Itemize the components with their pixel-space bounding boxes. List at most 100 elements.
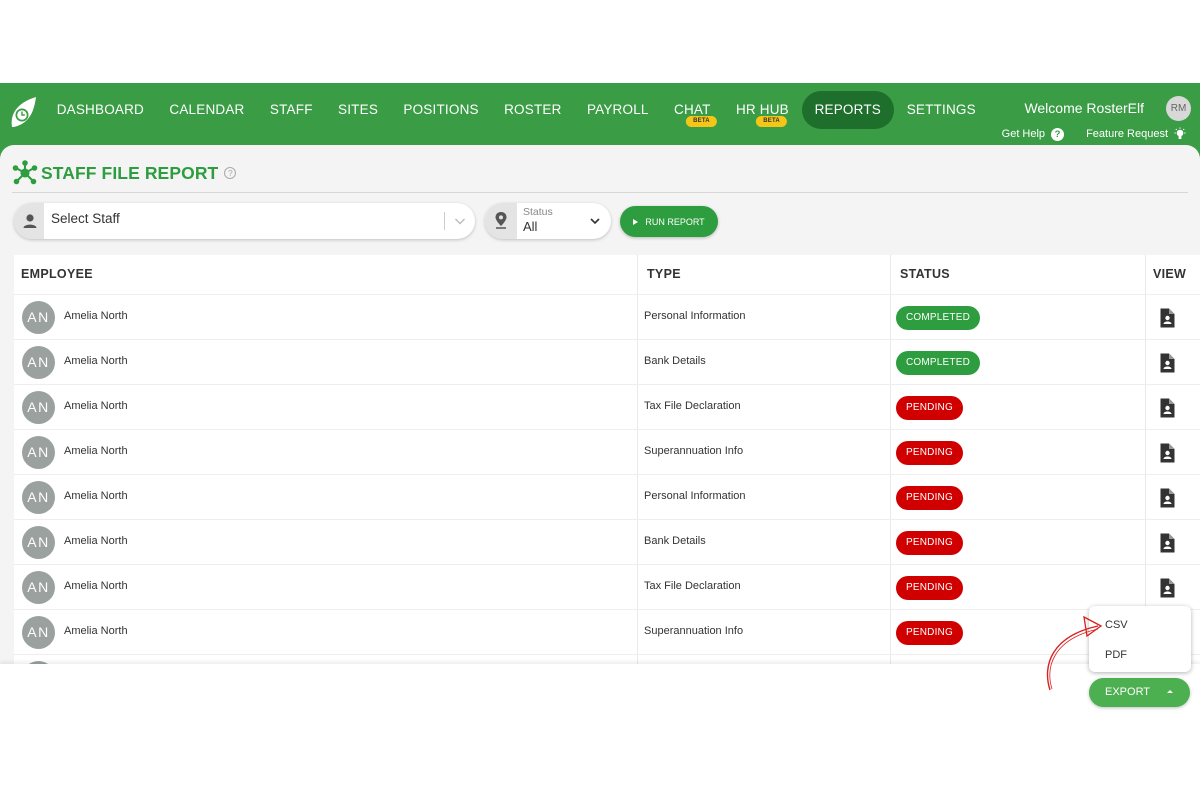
file-type: Personal Information bbox=[644, 490, 746, 502]
main-nav: DASHBOARD CALENDAR STAFF SITES POSITIONS… bbox=[44, 91, 988, 129]
header-status[interactable]: STATUS bbox=[900, 255, 950, 293]
nav-label: SETTINGS bbox=[906, 102, 976, 117]
nav-label: ROSTER bbox=[504, 102, 562, 117]
employee-avatar: AN bbox=[22, 391, 55, 424]
status-badge: COMPLETED bbox=[896, 351, 981, 375]
view-document-icon[interactable] bbox=[1159, 353, 1175, 373]
welcome-text: Welcome RosterElf bbox=[1024, 100, 1144, 116]
nav-dashboard[interactable]: DASHBOARD bbox=[44, 91, 157, 129]
nav-label: PAYROLL bbox=[586, 102, 649, 117]
staff-icon-box bbox=[14, 203, 44, 239]
staff-select[interactable]: Select Staff bbox=[14, 203, 475, 239]
bottom-action-bar bbox=[0, 664, 1200, 718]
beta-badge: BETA bbox=[756, 116, 787, 127]
nav-staff[interactable]: STAFF bbox=[257, 91, 325, 129]
user-avatar[interactable]: RM bbox=[1166, 96, 1191, 121]
table-row: AN Amelia North Superannuation Info PEND… bbox=[14, 429, 1200, 474]
nav-label: HR HUB bbox=[735, 102, 789, 117]
app-window: DASHBOARD CALENDAR STAFF SITES POSITIONS… bbox=[0, 83, 1200, 718]
employee-avatar: AN bbox=[22, 301, 55, 334]
run-report-label: RUN REPORT bbox=[645, 216, 705, 227]
nav-roster[interactable]: ROSTER bbox=[491, 91, 574, 129]
rosterelf-logo-icon[interactable] bbox=[8, 93, 38, 129]
nav-positions[interactable]: POSITIONS bbox=[391, 91, 492, 129]
status-badge: COMPLETED bbox=[896, 306, 981, 330]
table-header: EMPLOYEE TYPE STATUS VIEW bbox=[14, 255, 1200, 293]
page-title-text: STAFF FILE REPORT bbox=[41, 162, 219, 183]
employee-name: Amelia North bbox=[64, 625, 128, 637]
help-bar: Get Help ? Feature Request bbox=[980, 127, 1188, 141]
nav-label: DASHBOARD bbox=[56, 102, 145, 117]
get-help-label: Get Help bbox=[1001, 128, 1046, 140]
nav-hr-hub[interactable]: HR HUB BETA bbox=[723, 91, 801, 129]
beta-badge: BETA bbox=[686, 116, 717, 127]
chevron-down-icon bbox=[590, 218, 600, 225]
nav-chat[interactable]: CHAT BETA bbox=[661, 91, 723, 129]
file-type: Personal Information bbox=[644, 310, 746, 322]
get-help-link[interactable]: Get Help ? bbox=[1001, 127, 1065, 141]
file-type: Tax File Declaration bbox=[644, 580, 741, 592]
location-pin-icon bbox=[495, 212, 507, 229]
annotation-arrow-icon bbox=[1046, 615, 1103, 691]
nav-settings[interactable]: SETTINGS bbox=[894, 91, 988, 129]
header-employee[interactable]: EMPLOYEE bbox=[21, 255, 93, 293]
info-icon[interactable]: ? bbox=[224, 167, 237, 179]
employee-name: Amelia North bbox=[64, 310, 128, 322]
caret-up-icon bbox=[1167, 690, 1173, 693]
nav-sites[interactable]: SITES bbox=[325, 91, 390, 129]
nav-label: CHAT bbox=[674, 102, 711, 117]
status-select[interactable]: Status All bbox=[485, 203, 611, 239]
status-badge: PENDING bbox=[896, 576, 963, 600]
nav-calendar[interactable]: CALENDAR bbox=[157, 91, 258, 129]
file-type: Tax File Declaration bbox=[644, 400, 741, 412]
employee-avatar: AN bbox=[22, 346, 55, 379]
nav-label: CALENDAR bbox=[169, 102, 245, 117]
question-icon: ? bbox=[1051, 127, 1065, 141]
view-document-icon[interactable] bbox=[1159, 488, 1175, 508]
file-type: Superannuation Info bbox=[644, 445, 744, 457]
top-navbar: DASHBOARD CALENDAR STAFF SITES POSITIONS… bbox=[0, 83, 1200, 145]
table-row: AN Amelia North Tax File Declaration PEN… bbox=[14, 564, 1200, 609]
title-divider bbox=[12, 192, 1188, 193]
status-icon-box bbox=[485, 203, 517, 239]
feature-request-link[interactable]: Feature Request bbox=[1086, 127, 1188, 141]
nav-payroll[interactable]: PAYROLL bbox=[574, 91, 661, 129]
lightbulb-icon bbox=[1174, 127, 1186, 139]
table-row: AN Amelia North Tax File Declaration PEN… bbox=[14, 384, 1200, 429]
table-row: AN Amelia North Superannuation Info PEND… bbox=[14, 609, 1200, 654]
employee-name: Amelia North bbox=[64, 400, 128, 412]
nav-reports[interactable]: REPORTS bbox=[801, 91, 894, 129]
status-select-value: All bbox=[523, 219, 538, 234]
header-type[interactable]: TYPE bbox=[647, 255, 681, 293]
view-document-icon[interactable] bbox=[1159, 398, 1175, 418]
employee-avatar: AN bbox=[22, 571, 55, 604]
nav-label: POSITIONS bbox=[403, 102, 479, 117]
nav-label: STAFF bbox=[269, 102, 313, 117]
status-badge: PENDING bbox=[896, 441, 963, 465]
run-report-button[interactable]: RUN REPORT bbox=[620, 206, 718, 237]
employee-avatar: AN bbox=[22, 481, 55, 514]
network-icon bbox=[12, 160, 38, 185]
employee-avatar: AN bbox=[22, 436, 55, 469]
status-badge: PENDING bbox=[896, 486, 963, 510]
employee-name: Amelia North bbox=[64, 445, 128, 457]
view-document-icon[interactable] bbox=[1159, 533, 1175, 553]
table-row: AN Amelia North Personal Information PEN… bbox=[14, 474, 1200, 519]
table-row: AN Amelia North Personal Information COM… bbox=[14, 294, 1200, 339]
file-type: Superannuation Info bbox=[644, 625, 744, 637]
status-badge: PENDING bbox=[896, 396, 963, 420]
table-row: AN Amelia North Bank Details COMPLETED bbox=[14, 339, 1200, 384]
staff-file-table: EMPLOYEE TYPE STATUS VIEW AN Amelia Nort… bbox=[14, 255, 1200, 718]
feature-request-label: Feature Request bbox=[1086, 128, 1168, 140]
view-document-icon[interactable] bbox=[1159, 308, 1175, 328]
file-type: Bank Details bbox=[644, 355, 706, 367]
page-title: STAFF FILE REPORT ? bbox=[12, 160, 237, 186]
chevron-down-icon[interactable] bbox=[453, 214, 467, 228]
table-row: AN Amelia North Bank Details PENDING bbox=[14, 519, 1200, 564]
view-document-icon[interactable] bbox=[1159, 578, 1175, 598]
status-badge: PENDING bbox=[896, 621, 963, 645]
employee-name: Amelia North bbox=[64, 490, 128, 502]
file-type: Bank Details bbox=[644, 535, 706, 547]
view-document-icon[interactable] bbox=[1159, 443, 1175, 463]
status-badge: PENDING bbox=[896, 531, 963, 555]
